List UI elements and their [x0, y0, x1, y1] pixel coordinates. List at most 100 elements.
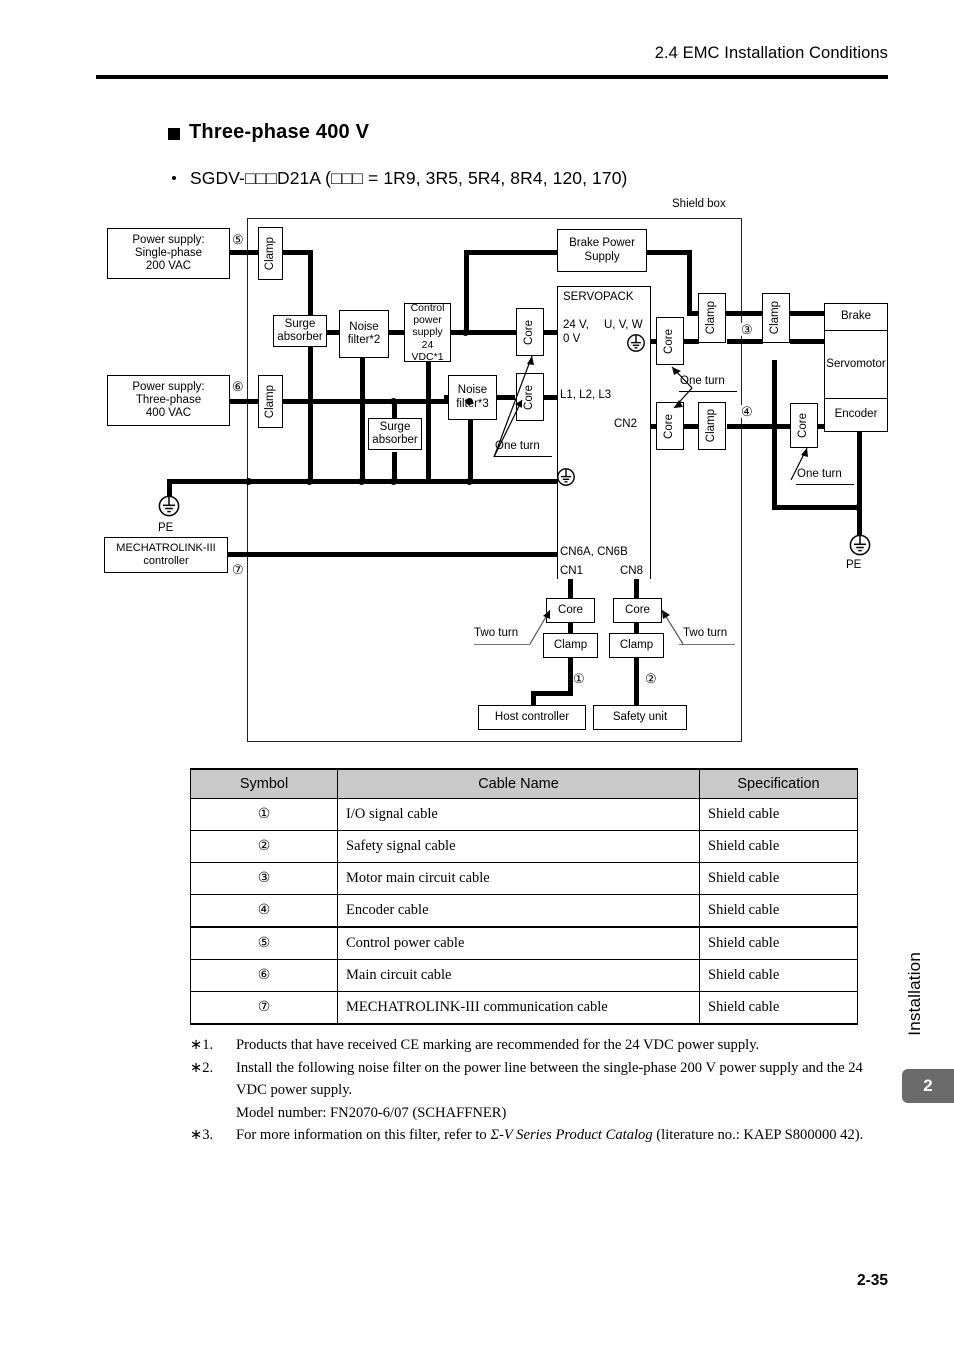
junction-dot	[855, 504, 862, 511]
shield-box-label: Shield box	[672, 198, 726, 210]
wire-brakepower-down	[687, 250, 692, 315]
junction-dot	[245, 478, 252, 485]
encoder-box: Encoder	[824, 399, 888, 432]
cell-cable-name: Motor main circuit cable	[337, 862, 700, 895]
clamp-label: Clamp	[705, 301, 718, 335]
mechatrolink-controller-box: MECHATROLINK-III controller	[104, 537, 228, 573]
host-controller-box: Host controller	[478, 705, 586, 730]
footnote-1: ∗1. Products that have received CE marki…	[190, 1034, 890, 1057]
ps-three-line3: 400 VAC	[145, 407, 192, 420]
ground-icon-pe-right	[849, 534, 871, 556]
wire-noisefilter2-down	[360, 358, 365, 483]
wire-clamp2-to-brake	[790, 311, 826, 316]
wire-pe-bus	[167, 479, 567, 484]
symbol-2-marker: ②	[645, 671, 657, 686]
surge-line1: Surge	[284, 317, 316, 330]
wire-core-to-clamp3	[683, 339, 699, 344]
ground-icon-uvw	[627, 334, 645, 352]
core-label: Core	[663, 328, 676, 354]
servomotor-box: Servomotor	[824, 331, 888, 399]
wire-shield-to-pe-right	[772, 505, 862, 510]
junction-dot	[390, 398, 397, 405]
cell-symbol: ⑥	[190, 959, 338, 992]
wire-core-to-clamp5	[683, 424, 699, 429]
junction-dot	[358, 478, 365, 485]
cell-cable-name: Safety signal cable	[337, 830, 700, 863]
ground-icon-servopack	[557, 468, 575, 486]
table-row: ⑥ Main circuit cable Shield cable	[190, 959, 858, 992]
core-box-24v: Core	[516, 308, 544, 356]
cps-line2: power	[413, 314, 442, 327]
cell-symbol: ⑤	[190, 926, 338, 960]
clamp-box-motor-out: Clamp	[762, 293, 790, 343]
encoder-label: Encoder	[834, 408, 878, 421]
brake-label: Brake	[840, 310, 872, 323]
footnote-3-marker: ∗3.	[190, 1127, 214, 1144]
cps-line4: 24 VDC*1	[411, 338, 444, 363]
symbol-6-marker: ⑥	[232, 379, 244, 394]
core-label: Core	[797, 413, 810, 438]
clamp-box-single-phase: Clamp	[258, 227, 283, 280]
wire-clamp4-shield-down	[772, 360, 777, 510]
symbol-3-marker: ③	[741, 322, 753, 337]
footnote-3-text-after: (literature no.: KAEP S800000 42).	[652, 1127, 864, 1144]
cell-symbol: ②	[190, 830, 338, 863]
section-side-label: Installation	[905, 952, 924, 1036]
two-turn-label-left: Two turn	[474, 627, 519, 639]
core-label: Core	[625, 603, 650, 616]
table-header-row: Symbol Cable Name Specification	[190, 768, 858, 799]
footnote-2-text: Install the following noise filter on th…	[236, 1059, 863, 1099]
table-row: ① I/O signal cable Shield cable	[190, 798, 858, 831]
core-label: Core	[558, 603, 583, 616]
col-header-specification: Specification	[699, 768, 858, 799]
two-turn-underline-left	[474, 644, 530, 646]
cable-specification-table: Symbol Cable Name Specification ① I/O si…	[190, 768, 858, 1025]
table-row: ⑤ Control power cable Shield cable	[190, 926, 858, 960]
footnotes-block: ∗1. Products that have received CE marki…	[190, 1034, 890, 1147]
wire-brakepower-right	[647, 250, 692, 255]
cell-specification: Shield cable	[699, 862, 858, 895]
cell-symbol: ④	[190, 894, 338, 928]
brake-power-supply-box: Brake Power Supply	[557, 229, 647, 272]
col-header-symbol: Symbol	[190, 768, 338, 799]
cell-symbol: ⑦	[190, 991, 338, 1025]
power-supply-single-phase-box: Power supply: Single-phase 200 VAC	[107, 228, 230, 279]
wire-to-brake-power-supply	[464, 250, 559, 255]
one-turn-leader-lines-left	[493, 355, 534, 458]
two-turn-leader-left	[529, 609, 551, 645]
cps-line3: supply	[412, 326, 443, 339]
wire-control-power-down	[426, 362, 431, 483]
footnote-3: ∗3. For more information on this filter,…	[190, 1124, 890, 1147]
sp-24v-line2: 0 V	[563, 333, 581, 346]
safety-unit-box: Safety unit	[593, 705, 687, 730]
wire-clamp4-to-servomotor	[790, 339, 826, 344]
footnote-1-text: Products that have received CE marking a…	[236, 1037, 760, 1053]
servopack-cn1-label: CN1	[560, 565, 584, 577]
cell-specification: Shield cable	[699, 926, 858, 960]
wire-surge1-to-noisefilter2	[326, 330, 340, 335]
footnote-1-marker: ∗1.	[190, 1037, 214, 1053]
one-turn-leader-encoder	[790, 447, 808, 481]
surge-absorber-box-2: Surge absorber	[368, 418, 422, 450]
wire-noisefilter2-to-control-power	[388, 330, 404, 335]
wire-encoder-to-pe	[857, 432, 862, 510]
one-turn-leader-lines-right	[671, 366, 693, 409]
ps-three-line2: Three-phase	[135, 393, 202, 406]
bps-line1: Brake Power	[569, 237, 635, 250]
host-controller-label: Host controller	[494, 710, 570, 723]
clamp-label: Clamp	[263, 384, 276, 419]
footnote-2-model: Model number: FN2070-6/07 (SCHAFFNER)	[236, 1104, 507, 1121]
surge-absorber-box-1: Surge absorber	[273, 315, 327, 347]
table-row: ② Safety signal cable Shield cable	[190, 830, 858, 863]
chapter-number-tab: 2	[902, 1069, 954, 1103]
mlink-line2: controller	[143, 555, 189, 567]
surge-line1: Surge	[379, 420, 411, 433]
clamp-label: Clamp	[553, 638, 588, 651]
cell-symbol: ③	[190, 862, 338, 895]
two-turn-leader-right	[661, 609, 684, 645]
wire-surge1-down-to-pe-bus	[308, 328, 313, 483]
page-number: 2-35	[856, 1272, 888, 1289]
bps-line2: Supply	[584, 250, 620, 263]
junction-dot	[306, 478, 313, 485]
clamp-label: Clamp	[769, 301, 782, 335]
